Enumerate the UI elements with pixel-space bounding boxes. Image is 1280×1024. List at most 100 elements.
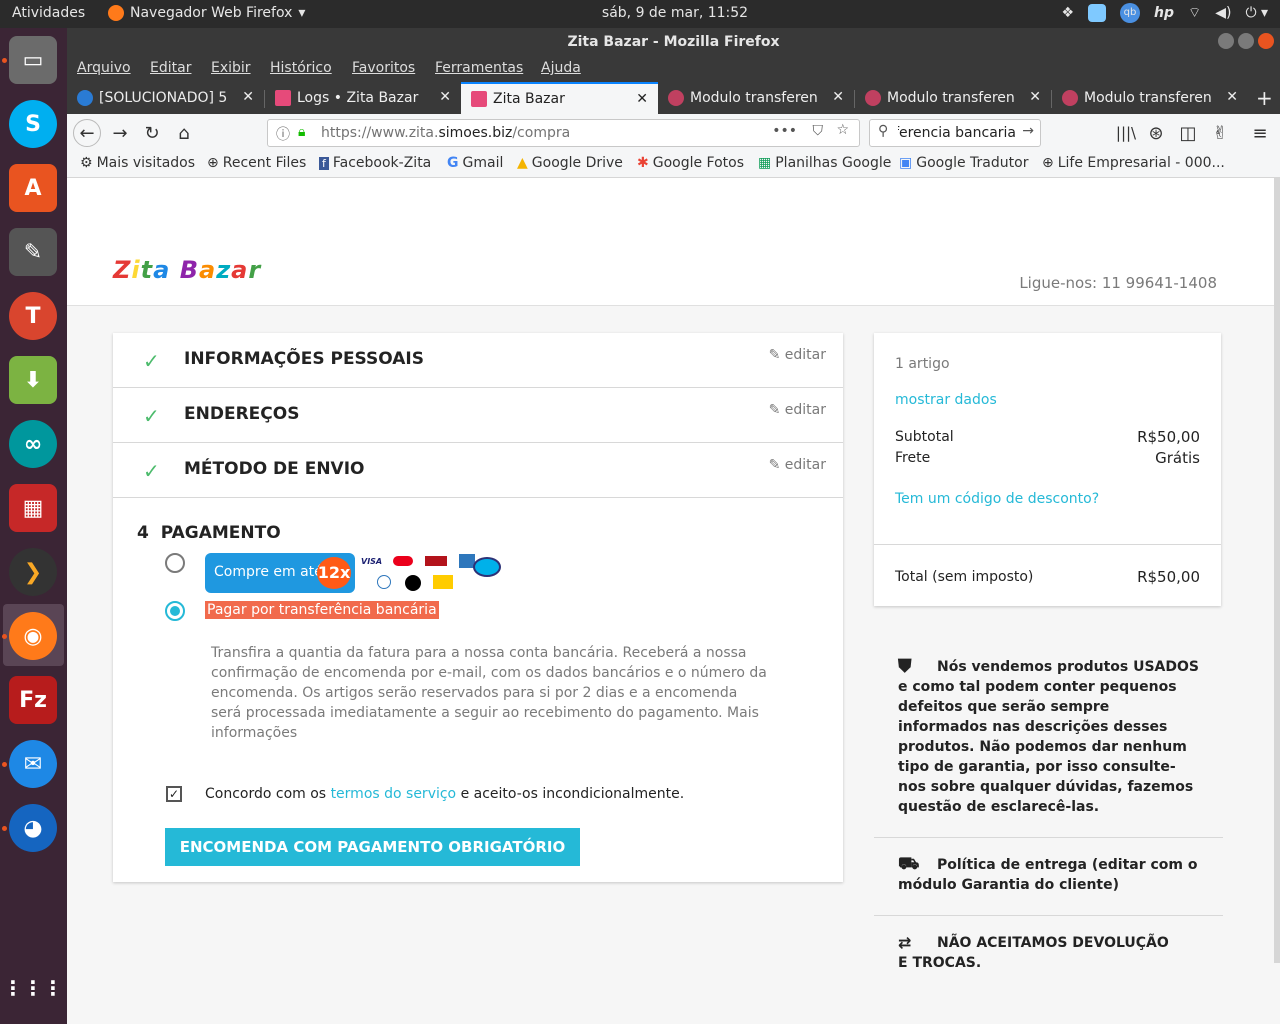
visa-logo: VISA: [361, 557, 383, 566]
fish-icon[interactable]: ◕: [9, 804, 57, 852]
tab-solucionado[interactable]: [SOLUCIONADO] 500 ✕: [67, 82, 264, 114]
edit-shipping-link[interactable]: ✎ editar: [769, 457, 826, 473]
tab-zita-bazar[interactable]: Zita Bazar ✕: [461, 82, 658, 114]
menu-editar[interactable]: Editar: [150, 60, 191, 76]
page-actions-icon[interactable]: •••: [772, 123, 797, 139]
software-center-icon[interactable]: A: [9, 164, 57, 212]
bookmark-label: Recent Files: [222, 155, 307, 171]
library-icon[interactable]: |||\: [1113, 120, 1139, 146]
bookmark-tradutor[interactable]: ▣ Google Tradutor: [899, 155, 1028, 171]
url-bar[interactable]: ⓘ 🔒︎ https://www.zita.simoes.biz/compra …: [267, 119, 860, 147]
edit-addresses-link[interactable]: ✎ editar: [769, 402, 826, 418]
chat-icon[interactable]: [1088, 4, 1107, 22]
firefox-dock-icon[interactable]: ◉: [9, 612, 57, 660]
bookmark-google-drive[interactable]: ▲ Google Drive: [517, 155, 623, 171]
bookmark-label: Google Fotos: [652, 155, 745, 171]
hamburger-menu-icon[interactable]: ≡: [1247, 120, 1273, 146]
shipping-value: Grátis: [1155, 449, 1200, 467]
search-input[interactable]: ferencia bancaria: [898, 125, 1016, 141]
video-editor-icon[interactable]: ▦: [9, 484, 57, 532]
wifi-icon[interactable]: ⌔: [1188, 4, 1201, 22]
bookmark-planilhas[interactable]: ▦ Planilhas Google: [758, 155, 891, 171]
tab-favicon: [471, 91, 487, 107]
payment-option-mercadopago-radio[interactable]: [165, 553, 185, 573]
sidebar-icon[interactable]: ◫: [1175, 120, 1201, 146]
files-icon[interactable]: ▭: [9, 36, 57, 84]
bookmark-life-empresarial[interactable]: ⊕ Life Empresarial - 000...: [1042, 155, 1225, 171]
info-icon[interactable]: ⓘ: [276, 124, 290, 144]
subtotal-value: R$50,00: [1137, 428, 1200, 446]
window-titlebar: Zita Bazar - Mozilla Firefox: [67, 28, 1280, 56]
forward-icon[interactable]: →: [107, 120, 133, 146]
bookmark-recent-files[interactable]: ⊕ Recent Files: [207, 155, 306, 171]
bookmark-google-fotos[interactable]: ✱ Google Fotos: [637, 155, 744, 171]
translator-icon[interactable]: T: [9, 292, 57, 340]
menu-historico[interactable]: Histórico: [270, 60, 332, 76]
maximize-icon[interactable]: [1238, 33, 1254, 49]
volume-icon[interactable]: ◀): [1215, 5, 1231, 21]
bookmark-label: Google Tradutor: [916, 155, 1029, 171]
close-tab-icon[interactable]: ✕: [439, 89, 451, 105]
menu-ajuda[interactable]: Ajuda: [541, 60, 581, 76]
close-tab-icon[interactable]: ✕: [832, 89, 844, 105]
tab-modulo-3[interactable]: Modulo transferenci ✕: [1052, 82, 1248, 114]
hp-icon[interactable]: hp: [1154, 5, 1174, 21]
thunderbird-icon[interactable]: ✉: [9, 740, 57, 788]
reload-icon[interactable]: ↻: [139, 120, 165, 146]
mastercard-logo: [393, 556, 413, 566]
show-details-link[interactable]: mostrar dados: [895, 392, 997, 408]
pocket-icon[interactable]: ⛉: [813, 123, 824, 139]
bookmark-gmail[interactable]: G Gmail: [447, 155, 503, 171]
payment-option-transfer-radio[interactable]: [165, 601, 185, 621]
tab-modulo-2[interactable]: Modulo transferenci ✕: [855, 82, 1051, 114]
power-icon[interactable]: ⏻ ▾: [1245, 5, 1268, 21]
close-tab-icon[interactable]: ✕: [636, 91, 648, 107]
tab-logs[interactable]: Logs • Zita Bazar ✕: [265, 82, 461, 114]
addon-icon[interactable]: ✌: [1207, 120, 1233, 146]
page-scrollbar[interactable]: [1274, 178, 1280, 963]
bookmark-mais-visitados[interactable]: ⚙ Mais visitados: [80, 155, 195, 171]
bank-transfer-label[interactable]: Pagar por transferência bancária: [205, 601, 439, 619]
checkout-steps: ✓ INFORMAÇÕES PESSOAIS ✎ editar ✓ ENDERE…: [113, 333, 843, 882]
qbittorrent-icon[interactable]: qb: [1120, 3, 1141, 23]
tab-modulo-1[interactable]: Modulo transferenci ✕: [658, 82, 854, 114]
reassurance-divider: [874, 915, 1223, 916]
filezilla-icon[interactable]: Fz: [9, 676, 57, 724]
show-apps-icon[interactable]: ⋮⋮⋮: [3, 964, 63, 1012]
site-logo[interactable]: Zita Bazar: [113, 256, 261, 284]
lock-icon[interactable]: 🔒︎: [298, 124, 305, 140]
step-personal-info: ✓ INFORMAÇÕES PESSOAIS ✎ editar: [113, 333, 843, 388]
discount-code-link[interactable]: Tem um código de desconto?: [895, 491, 1099, 507]
search-bar[interactable]: ⚲ ferencia bancaria →: [869, 119, 1041, 147]
close-window-icon[interactable]: [1258, 33, 1274, 49]
skype-icon[interactable]: S: [9, 100, 57, 148]
minimize-icon[interactable]: [1218, 33, 1234, 49]
close-tab-icon[interactable]: ✕: [242, 89, 254, 105]
close-tab-icon[interactable]: ✕: [1029, 89, 1041, 105]
new-tab-button[interactable]: +: [1250, 82, 1280, 114]
close-tab-icon[interactable]: ✕: [1226, 89, 1238, 105]
terms-checkbox[interactable]: ✓: [166, 786, 182, 802]
arduino-icon[interactable]: ∞: [9, 420, 57, 468]
search-go-icon[interactable]: →: [1022, 123, 1034, 139]
mercadopago-banner[interactable]: Compre em até 12x: [205, 553, 355, 593]
bookmark-facebook[interactable]: f Facebook-Zita: [319, 155, 431, 171]
check-icon: ✓: [143, 404, 160, 428]
system-tools-icon[interactable]: ✎: [9, 228, 57, 276]
place-order-button[interactable]: ENCOMENDA COM PAGAMENTO OBRIGATÓRIO: [165, 828, 580, 866]
search-icon: ⚲: [878, 123, 889, 139]
menu-arquivo[interactable]: Arquivo: [77, 60, 131, 76]
sheets-icon: ▦: [758, 155, 772, 171]
terms-link[interactable]: termos do serviço: [331, 786, 457, 802]
back-icon[interactable]: ←: [73, 119, 101, 147]
edit-personal-info-link[interactable]: ✎ editar: [769, 347, 826, 363]
menu-exibir[interactable]: Exibir: [211, 60, 251, 76]
bookmark-star-icon[interactable]: ☆: [836, 122, 849, 138]
menu-ferramentas[interactable]: Ferramentas: [435, 60, 523, 76]
menu-favoritos[interactable]: Favoritos: [352, 60, 415, 76]
plex-icon[interactable]: ❯: [9, 548, 57, 596]
home-icon[interactable]: ⌂: [171, 120, 197, 146]
extension-icon[interactable]: ⊛: [1143, 120, 1169, 146]
dropbox-icon[interactable]: ❖: [1061, 5, 1074, 21]
download-icon[interactable]: ⬇: [9, 356, 57, 404]
